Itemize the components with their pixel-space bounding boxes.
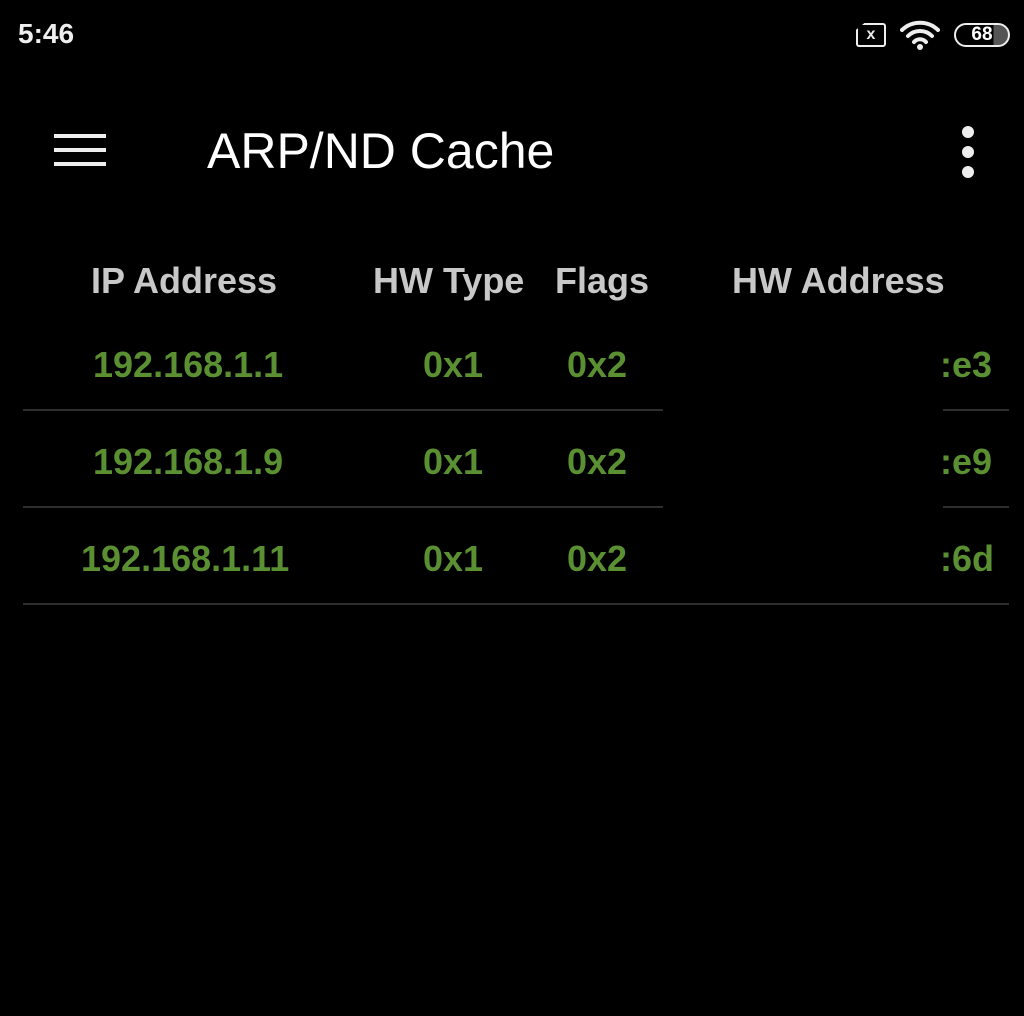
header-hw-address: HW Address [732, 260, 945, 301]
hw-type-cell: 0x1 [423, 538, 484, 579]
status-icons: x 68 [856, 18, 1010, 52]
table-row[interactable]: 192.168.1.11 0x1 0x2 :6d [23, 508, 1009, 605]
no-sim-icon: x [856, 23, 886, 47]
flags-cell: 0x2 [567, 344, 628, 385]
header-hw-type: HW Type [373, 260, 525, 301]
flags-cell: 0x2 [567, 538, 628, 579]
flags-cell: 0x2 [567, 441, 628, 482]
battery-icon: 68 [954, 23, 1010, 47]
arp-table: IP Address HW Type Flags HW Address 192.… [23, 250, 1009, 605]
ip-cell: 192.168.1.1 [93, 344, 284, 385]
hw-type-cell: 0x1 [423, 344, 484, 385]
table-header: IP Address HW Type Flags HW Address [23, 250, 1009, 314]
table-row[interactable]: 192.168.1.1 0x1 0x2 :e3 [23, 314, 1009, 411]
hw-address-cell: :e9 [940, 441, 993, 482]
app-toolbar: ARP/ND Cache [0, 100, 1024, 210]
table-row[interactable]: 192.168.1.9 0x1 0x2 :e9 [23, 411, 1009, 508]
row-divider [23, 603, 1009, 605]
ip-cell: 192.168.1.11 [81, 538, 290, 579]
wifi-icon [900, 20, 940, 50]
hw-address-cell: :6d [940, 538, 994, 579]
hw-address-cell: :e3 [940, 344, 993, 385]
hamburger-menu-icon[interactable] [52, 128, 108, 172]
page-title: ARP/ND Cache [207, 123, 555, 179]
status-bar: 5:46 x 68 [0, 0, 1024, 70]
clock: 5:46 [18, 18, 75, 49]
more-options-icon[interactable] [952, 124, 984, 180]
ip-cell: 192.168.1.9 [93, 441, 284, 482]
hw-type-cell: 0x1 [423, 441, 484, 482]
header-flags: Flags [555, 260, 650, 301]
header-ip-address: IP Address [91, 260, 278, 301]
